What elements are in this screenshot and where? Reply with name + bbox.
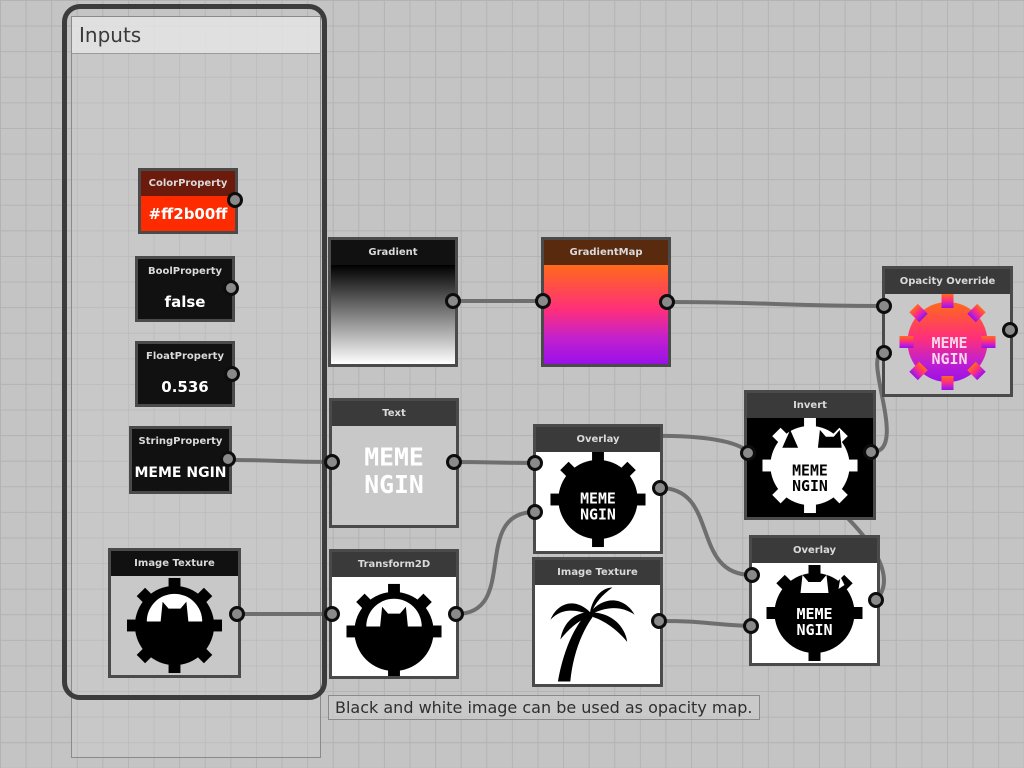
opacity-override-title: Opacity Override: [885, 269, 1010, 294]
color-property-node[interactable]: ColorProperty #ff2b00ff: [138, 168, 238, 234]
float-property-output-socket[interactable]: [224, 366, 240, 382]
overlay-top-input-b-socket[interactable]: [527, 504, 543, 520]
image-texture-palm-preview: [535, 585, 660, 684]
wire-gradientmap-to-opacity: [665, 300, 886, 308]
palm-tree-icon: [550, 587, 635, 682]
gradient-map-node[interactable]: GradientMap: [541, 237, 671, 367]
opacity-override-line2: NGIN: [931, 350, 967, 368]
opacity-override-input-b-socket[interactable]: [876, 345, 892, 361]
text-title: Text: [332, 401, 456, 426]
text-preview: MEME NGIN: [332, 426, 456, 525]
opacity-override-output-socket[interactable]: [1002, 322, 1018, 338]
invert-title: Invert: [747, 393, 873, 418]
image-texture-input-preview: [111, 576, 238, 675]
inputs-group-title: Inputs: [79, 23, 142, 47]
overlay-top-output-socket[interactable]: [652, 480, 668, 496]
text-preview-line2: NGIN: [364, 470, 424, 499]
text-preview-line1: MEME: [364, 443, 424, 472]
transform2d-preview: [332, 577, 456, 676]
overlay-bottom-output-socket[interactable]: [868, 592, 884, 608]
overlay-top-title: Overlay: [536, 427, 660, 452]
gear-cat-logo-icon: MEME NGIN: [762, 418, 858, 514]
overlay-top-input-a-socket[interactable]: [527, 455, 543, 471]
bool-property-output-socket[interactable]: [223, 280, 239, 296]
string-property-output-socket[interactable]: [220, 451, 236, 467]
opacity-override-preview: MEME NGIN: [885, 294, 1010, 394]
color-property-value[interactable]: #ff2b00ff: [141, 196, 235, 231]
invert-node[interactable]: Invert MEME NGIN: [744, 390, 876, 520]
wire-text-to-overlay: [452, 460, 537, 465]
image-texture-palm-title: Image Texture: [535, 560, 660, 585]
comment-note[interactable]: Black and white image can be used as opa…: [328, 695, 760, 720]
opacity-override-input-a-socket[interactable]: [876, 298, 892, 314]
float-property-value[interactable]: 0.536: [138, 369, 232, 404]
overlay-bottom-preview: MEME NGIN: [752, 563, 877, 663]
invert-output-socket[interactable]: [863, 444, 879, 460]
overlay-bottom-input-a-socket[interactable]: [744, 567, 760, 583]
gradient-output-socket[interactable]: [445, 293, 461, 309]
transform2d-node[interactable]: Transform2D: [329, 549, 459, 679]
gear-cat-logo-icon: [126, 577, 223, 674]
gradient-map-output-socket[interactable]: [659, 294, 675, 310]
gear-cat-logo-icon: MEME NGIN: [550, 452, 646, 548]
overlay-top-line2: NGIN: [580, 505, 616, 523]
wire-transform-to-overlay: [454, 510, 537, 616]
string-property-value[interactable]: MEME NGIN: [132, 454, 229, 491]
float-property-node[interactable]: FloatProperty 0.536: [135, 341, 235, 407]
color-property-output-socket[interactable]: [227, 192, 243, 208]
overlay-bottom-node[interactable]: Overlay MEME NGIN: [749, 535, 880, 666]
gear-cat-logo-icon: MEME NGIN: [766, 565, 863, 661]
float-property-title: FloatProperty: [138, 344, 232, 369]
invert-input-socket[interactable]: [740, 445, 756, 461]
bool-property-node[interactable]: BoolProperty false: [135, 256, 235, 322]
transform2d-output-socket[interactable]: [448, 606, 464, 622]
overlay-top-preview: MEME NGIN: [536, 452, 660, 551]
overlay-top-node[interactable]: Overlay MEME NGIN: [533, 424, 663, 554]
wire-palm-to-overlay2: [657, 619, 753, 628]
gradient-map-input-socket[interactable]: [535, 293, 551, 309]
text-output-socket[interactable]: [446, 454, 462, 470]
opacity-override-node[interactable]: Opacity Override MEME NGIN: [882, 266, 1013, 397]
invert-line2: NGIN: [792, 477, 828, 495]
inputs-group-header[interactable]: Inputs: [72, 17, 320, 54]
overlay-bottom-line2: NGIN: [796, 621, 832, 639]
gear-cat-logo-icon: [346, 583, 442, 676]
gradient-map-title: GradientMap: [544, 240, 668, 265]
overlay-bottom-title: Overlay: [752, 538, 877, 563]
string-property-node[interactable]: StringProperty MEME NGIN: [129, 426, 232, 494]
image-texture-input-title: Image Texture: [111, 551, 238, 576]
bool-property-title: BoolProperty: [138, 259, 232, 284]
string-property-title: StringProperty: [132, 429, 229, 454]
gradient-node[interactable]: Gradient: [328, 237, 458, 367]
invert-preview: MEME NGIN: [747, 418, 873, 517]
bool-property-value[interactable]: false: [138, 284, 232, 319]
text-input-socket[interactable]: [324, 454, 340, 470]
gradient-title: Gradient: [331, 240, 455, 265]
wire-overlay-to-overlay2: [658, 486, 754, 577]
image-texture-palm-output-socket[interactable]: [651, 613, 667, 629]
text-node[interactable]: Text MEME NGIN: [329, 398, 459, 528]
image-texture-palm-node[interactable]: Image Texture: [532, 557, 663, 687]
overlay-bottom-input-b-socket[interactable]: [743, 618, 759, 634]
gradient-preview: [331, 265, 455, 364]
transform2d-input-socket[interactable]: [324, 606, 340, 622]
color-property-title: ColorProperty: [141, 171, 235, 196]
gradient-map-preview: [544, 265, 668, 364]
transform2d-title: Transform2D: [332, 552, 456, 577]
image-texture-input-node[interactable]: Image Texture: [108, 548, 241, 678]
image-texture-input-output-socket[interactable]: [229, 606, 245, 622]
